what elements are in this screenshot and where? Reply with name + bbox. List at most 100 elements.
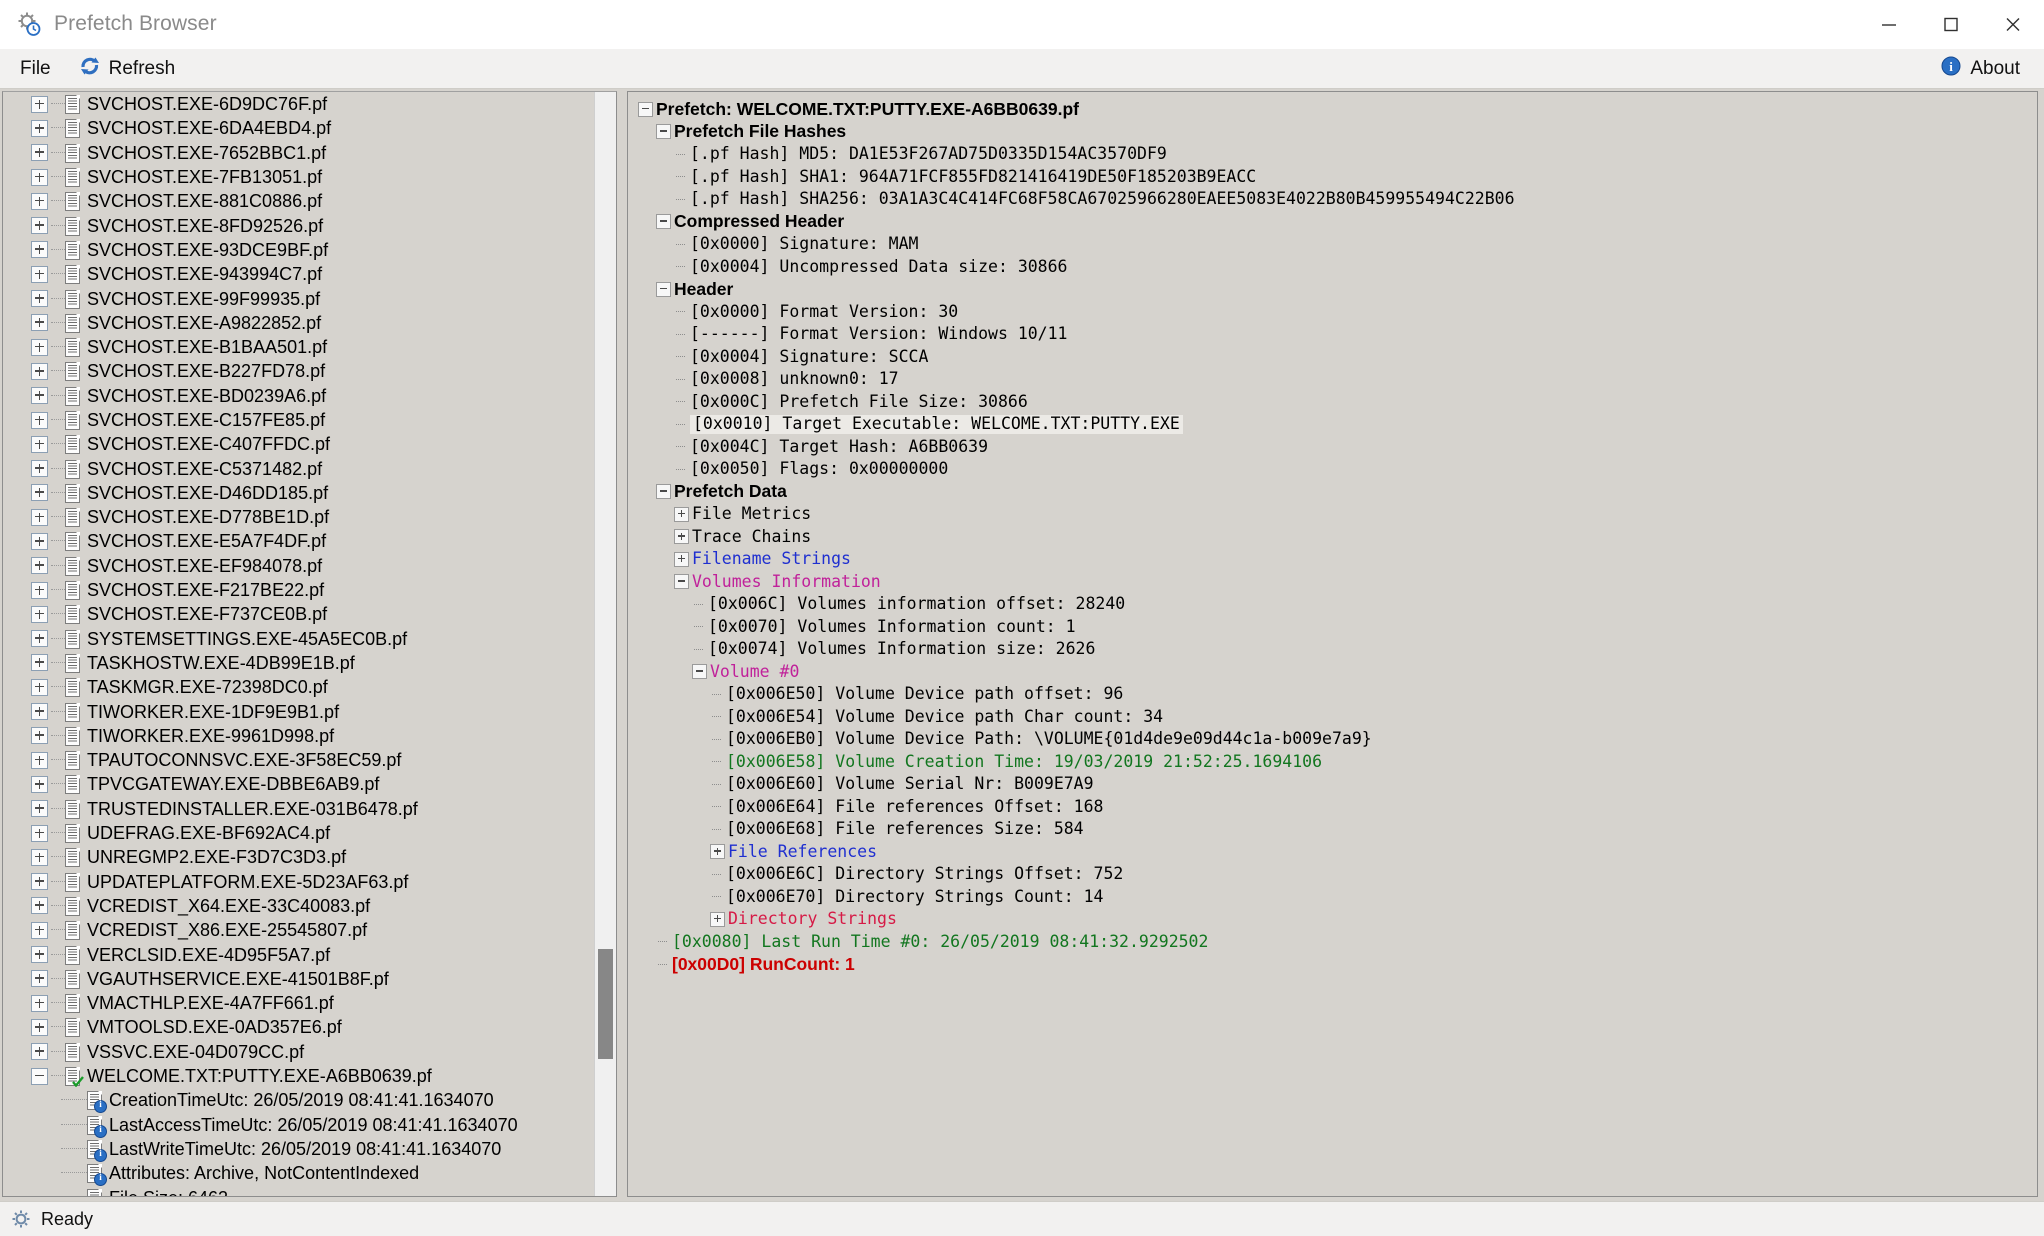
- expand-toggle-icon[interactable]: [31, 849, 48, 866]
- collapse-toggle-icon[interactable]: [656, 214, 671, 229]
- tree-row[interactable]: VSSVC.EXE-04D079CC.pf: [3, 1040, 594, 1064]
- expand-toggle-icon[interactable]: [31, 776, 48, 793]
- expand-toggle-icon[interactable]: [710, 912, 725, 927]
- header-row[interactable]: [0x0004] Signature: SCCA: [634, 346, 2037, 369]
- volume-row[interactable]: [0x006E68] File references Size: 584: [634, 818, 2037, 841]
- tree-child-row[interactable]: LastAccessTimeUtc: 26/05/2019 08:41:41.1…: [3, 1112, 594, 1136]
- header-row[interactable]: [0x0008] unknown0: 17: [634, 368, 2037, 391]
- header-row[interactable]: [0x004C] Target Hash: A6BB0639: [634, 436, 2037, 459]
- expand-toggle-icon[interactable]: [31, 96, 48, 113]
- expand-toggle-icon[interactable]: [31, 897, 48, 914]
- collapse-toggle-icon[interactable]: [656, 282, 671, 297]
- expand-toggle-icon[interactable]: [31, 241, 48, 258]
- hash-row[interactable]: [.pf Hash] MD5: DA1E53F267AD75D0335D154A…: [634, 143, 2037, 166]
- detail-root[interactable]: Prefetch: WELCOME.TXT:PUTTY.EXE-A6BB0639…: [634, 98, 2037, 121]
- expand-toggle-icon[interactable]: [31, 800, 48, 817]
- tree-row[interactable]: UPDATEPLATFORM.EXE-5D23AF63.pf: [3, 870, 594, 894]
- hash-row[interactable]: [.pf Hash] SHA256: 03A1A3C4C414FC68F58CA…: [634, 188, 2037, 211]
- tree-row[interactable]: SVCHOST.EXE-C5371482.pf: [3, 456, 594, 480]
- tree-row[interactable]: SVCHOST.EXE-7FB13051.pf: [3, 165, 594, 189]
- node-file-metrics[interactable]: File Metrics: [634, 503, 2037, 526]
- expand-toggle-icon[interactable]: [31, 703, 48, 720]
- maximize-button[interactable]: [1920, 0, 1982, 48]
- node-trace-chains[interactable]: Trace Chains: [634, 526, 2037, 549]
- expand-toggle-icon[interactable]: [31, 825, 48, 842]
- header-row[interactable]: [------] Format Version: Windows 10/11: [634, 323, 2037, 346]
- expand-toggle-icon[interactable]: [31, 460, 48, 477]
- tree-child-row[interactable]: File Size: 6462: [3, 1185, 594, 1196]
- tree-row[interactable]: VMACTHLP.EXE-4A7FF661.pf: [3, 991, 594, 1015]
- tree-row[interactable]: SVCHOST.EXE-99F99935.pf: [3, 286, 594, 310]
- expand-toggle-icon[interactable]: [31, 169, 48, 186]
- node-filename-strings[interactable]: Filename Strings: [634, 548, 2037, 571]
- collapse-toggle-icon[interactable]: [656, 484, 671, 499]
- tree-row[interactable]: SVCHOST.EXE-E5A7F4DF.pf: [3, 529, 594, 553]
- close-button[interactable]: [1982, 0, 2044, 48]
- tree-row[interactable]: SVCHOST.EXE-F217BE22.pf: [3, 578, 594, 602]
- tree-row[interactable]: SVCHOST.EXE-A9822852.pf: [3, 311, 594, 335]
- tree-child-row[interactable]: Attributes: Archive, NotContentIndexed: [3, 1161, 594, 1185]
- expand-toggle-icon[interactable]: [31, 412, 48, 429]
- tree-row[interactable]: TIWORKER.EXE-1DF9E9B1.pf: [3, 699, 594, 723]
- tree-row[interactable]: SVCHOST.EXE-93DCE9BF.pf: [3, 238, 594, 262]
- tree-row[interactable]: TASKHOSTW.EXE-4DB99E1B.pf: [3, 651, 594, 675]
- tree-row[interactable]: WELCOME.TXT:PUTTY.EXE-A6BB0639.pf: [3, 1064, 594, 1088]
- header-row[interactable]: [0x0000] Format Version: 30: [634, 301, 2037, 324]
- header-row[interactable]: [0x0050] Flags: 0x00000000: [634, 458, 2037, 481]
- tree-row[interactable]: SVCHOST.EXE-8FD92526.pf: [3, 213, 594, 237]
- tree-row[interactable]: TASKMGR.EXE-72398DC0.pf: [3, 675, 594, 699]
- header-row[interactable]: [0x000C] Prefetch File Size: 30866: [634, 391, 2037, 414]
- compressed-header-row[interactable]: [0x0000] Signature: MAM: [634, 233, 2037, 256]
- expand-toggle-icon[interactable]: [674, 507, 689, 522]
- section-prefetch-file-hashes[interactable]: Prefetch File Hashes: [634, 121, 2037, 144]
- expand-toggle-icon[interactable]: [674, 529, 689, 544]
- expand-toggle-icon[interactable]: [31, 484, 48, 501]
- prefetch-file-tree[interactable]: SVCHOST.EXE-6D9DC76F.pfSVCHOST.EXE-6DA4E…: [3, 92, 594, 1196]
- tree-row[interactable]: TIWORKER.EXE-9961D998.pf: [3, 724, 594, 748]
- section-header[interactable]: Header: [634, 278, 2037, 301]
- collapse-toggle-icon[interactable]: [656, 124, 671, 139]
- tree-row[interactable]: SVCHOST.EXE-F737CE0B.pf: [3, 602, 594, 626]
- tree-row[interactable]: TPAUTOCONNSVC.EXE-3F58EC59.pf: [3, 748, 594, 772]
- expand-toggle-icon[interactable]: [31, 946, 48, 963]
- expand-toggle-icon[interactable]: [31, 1043, 48, 1060]
- tree-row[interactable]: SVCHOST.EXE-6DA4EBD4.pf: [3, 116, 594, 140]
- expand-toggle-icon[interactable]: [31, 970, 48, 987]
- section-compressed-header[interactable]: Compressed Header: [634, 211, 2037, 234]
- expand-toggle-icon[interactable]: [31, 727, 48, 744]
- node-volume-0[interactable]: Volume #0: [634, 661, 2037, 684]
- directory-row[interactable]: [0x006E6C] Directory Strings Offset: 752: [634, 863, 2037, 886]
- tree-child-row[interactable]: LastWriteTimeUtc: 26/05/2019 08:41:41.16…: [3, 1137, 594, 1161]
- expand-toggle-icon[interactable]: [31, 120, 48, 137]
- tree-row[interactable]: VGAUTHSERVICE.EXE-41501B8F.pf: [3, 967, 594, 991]
- compressed-header-row[interactable]: [0x0004] Uncompressed Data size: 30866: [634, 256, 2037, 279]
- tree-row[interactable]: SVCHOST.EXE-6D9DC76F.pf: [3, 92, 594, 116]
- collapse-toggle-icon[interactable]: [692, 664, 707, 679]
- collapse-toggle-icon[interactable]: [31, 1068, 48, 1085]
- collapse-toggle-icon[interactable]: [638, 102, 653, 117]
- expand-toggle-icon[interactable]: [31, 509, 48, 526]
- expand-toggle-icon[interactable]: [31, 339, 48, 356]
- tree-row[interactable]: SVCHOST.EXE-C407FFDC.pf: [3, 432, 594, 456]
- volumes-info-row[interactable]: [0x0074] Volumes Information size: 2626: [634, 638, 2037, 661]
- tree-child-row[interactable]: CreationTimeUtc: 26/05/2019 08:41:41.163…: [3, 1088, 594, 1112]
- expand-toggle-icon[interactable]: [31, 654, 48, 671]
- volume-creation-time-row[interactable]: [0x006E58] Volume Creation Time: 19/03/2…: [634, 751, 2037, 774]
- expand-toggle-icon[interactable]: [31, 922, 48, 939]
- tree-row[interactable]: SVCHOST.EXE-B227FD78.pf: [3, 359, 594, 383]
- header-target-executable-row[interactable]: [0x0010] Target Executable: WELCOME.TXT:…: [634, 413, 2037, 436]
- expand-toggle-icon[interactable]: [31, 290, 48, 307]
- expand-toggle-icon[interactable]: [31, 363, 48, 380]
- pane-splitter[interactable]: [617, 89, 627, 1201]
- expand-toggle-icon[interactable]: [31, 995, 48, 1012]
- expand-toggle-icon[interactable]: [31, 752, 48, 769]
- expand-toggle-icon[interactable]: [710, 844, 725, 859]
- expand-toggle-icon[interactable]: [31, 873, 48, 890]
- menu-about[interactable]: i About: [1932, 52, 2028, 86]
- tree-row[interactable]: SVCHOST.EXE-B1BAA501.pf: [3, 335, 594, 359]
- section-prefetch-data[interactable]: Prefetch Data: [634, 481, 2037, 504]
- hash-row[interactable]: [.pf Hash] SHA1: 964A71FCF855FD821416419…: [634, 166, 2037, 189]
- tree-row[interactable]: SVCHOST.EXE-EF984078.pf: [3, 554, 594, 578]
- tree-row[interactable]: VCREDIST_X86.EXE-25545807.pf: [3, 918, 594, 942]
- tree-row[interactable]: SVCHOST.EXE-BD0239A6.pf: [3, 384, 594, 408]
